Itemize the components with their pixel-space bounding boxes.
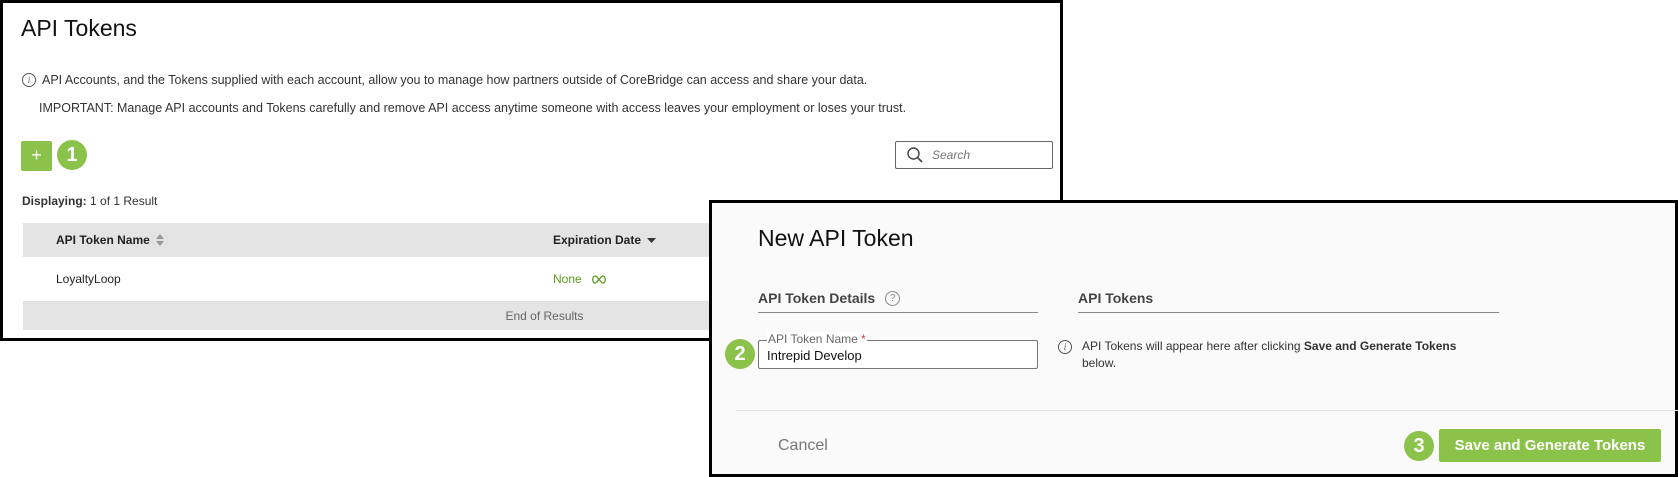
search-box[interactable] (895, 141, 1053, 169)
info-icon: i (1058, 340, 1072, 354)
token-name-cell: LoyaltyLoop (56, 272, 121, 286)
step-badge-2: 2 (725, 339, 755, 369)
info-icon: i (22, 73, 36, 87)
note-prefix: API Tokens will appear here after clicki… (1082, 339, 1304, 353)
cancel-button[interactable]: Cancel (778, 437, 828, 455)
infinity-icon (591, 274, 606, 284)
tokens-note: i API Tokens will appear here after clic… (1058, 338, 1478, 372)
add-token-button[interactable]: + (21, 141, 52, 171)
column-header-expiration[interactable]: Expiration Date (553, 233, 657, 247)
details-header: API Token Details (758, 290, 876, 306)
new-token-modal: New API Token API Token Details ? API To… (709, 200, 1678, 477)
column-name-label: API Token Name (56, 233, 150, 247)
sort-down-icon (647, 238, 657, 243)
displaying-label: Displaying: (22, 194, 87, 208)
section-token-details: API Token Details ? (758, 290, 1038, 313)
note-text: API Tokens will appear here after clicki… (1082, 338, 1478, 372)
field-label-text: API Token Name (768, 332, 858, 346)
search-input[interactable] (930, 147, 1044, 163)
step-badge-3: 3 (1404, 431, 1434, 461)
displaying-value: 1 of 1 Result (86, 194, 158, 208)
expiration-cell: None (553, 272, 607, 286)
results-count: Displaying: 1 of 1 Result (22, 194, 157, 208)
note-bold: Save and Generate Tokens (1303, 339, 1457, 353)
help-icon[interactable]: ? (885, 290, 901, 306)
page-title: API Tokens (21, 15, 137, 41)
note-suffix: below. (1082, 356, 1117, 370)
column-expiration-label: Expiration Date (553, 233, 642, 247)
important-text: IMPORTANT: Manage API accounts and Token… (39, 101, 907, 115)
required-mark: * (861, 332, 866, 346)
sort-icon (155, 234, 164, 246)
modal-title: New API Token (758, 225, 914, 251)
column-header-name[interactable]: API Token Name (56, 233, 164, 247)
field-label: API Token Name * (767, 332, 867, 346)
token-name-field[interactable]: API Token Name * Intrepid Develop (758, 332, 1038, 369)
save-generate-button[interactable]: Save and Generate Tokens (1439, 429, 1661, 462)
info-text: API Accounts, and the Tokens supplied wi… (42, 73, 868, 87)
expiration-value: None (553, 272, 582, 286)
step-badge-1: 1 (57, 140, 87, 170)
token-name-input[interactable]: Intrepid Develop (767, 348, 862, 363)
search-icon (907, 147, 923, 163)
info-line: i API Accounts, and the Tokens supplied … (22, 73, 867, 87)
modal-divider (736, 410, 1678, 411)
section-api-tokens: API Tokens (1078, 290, 1499, 313)
